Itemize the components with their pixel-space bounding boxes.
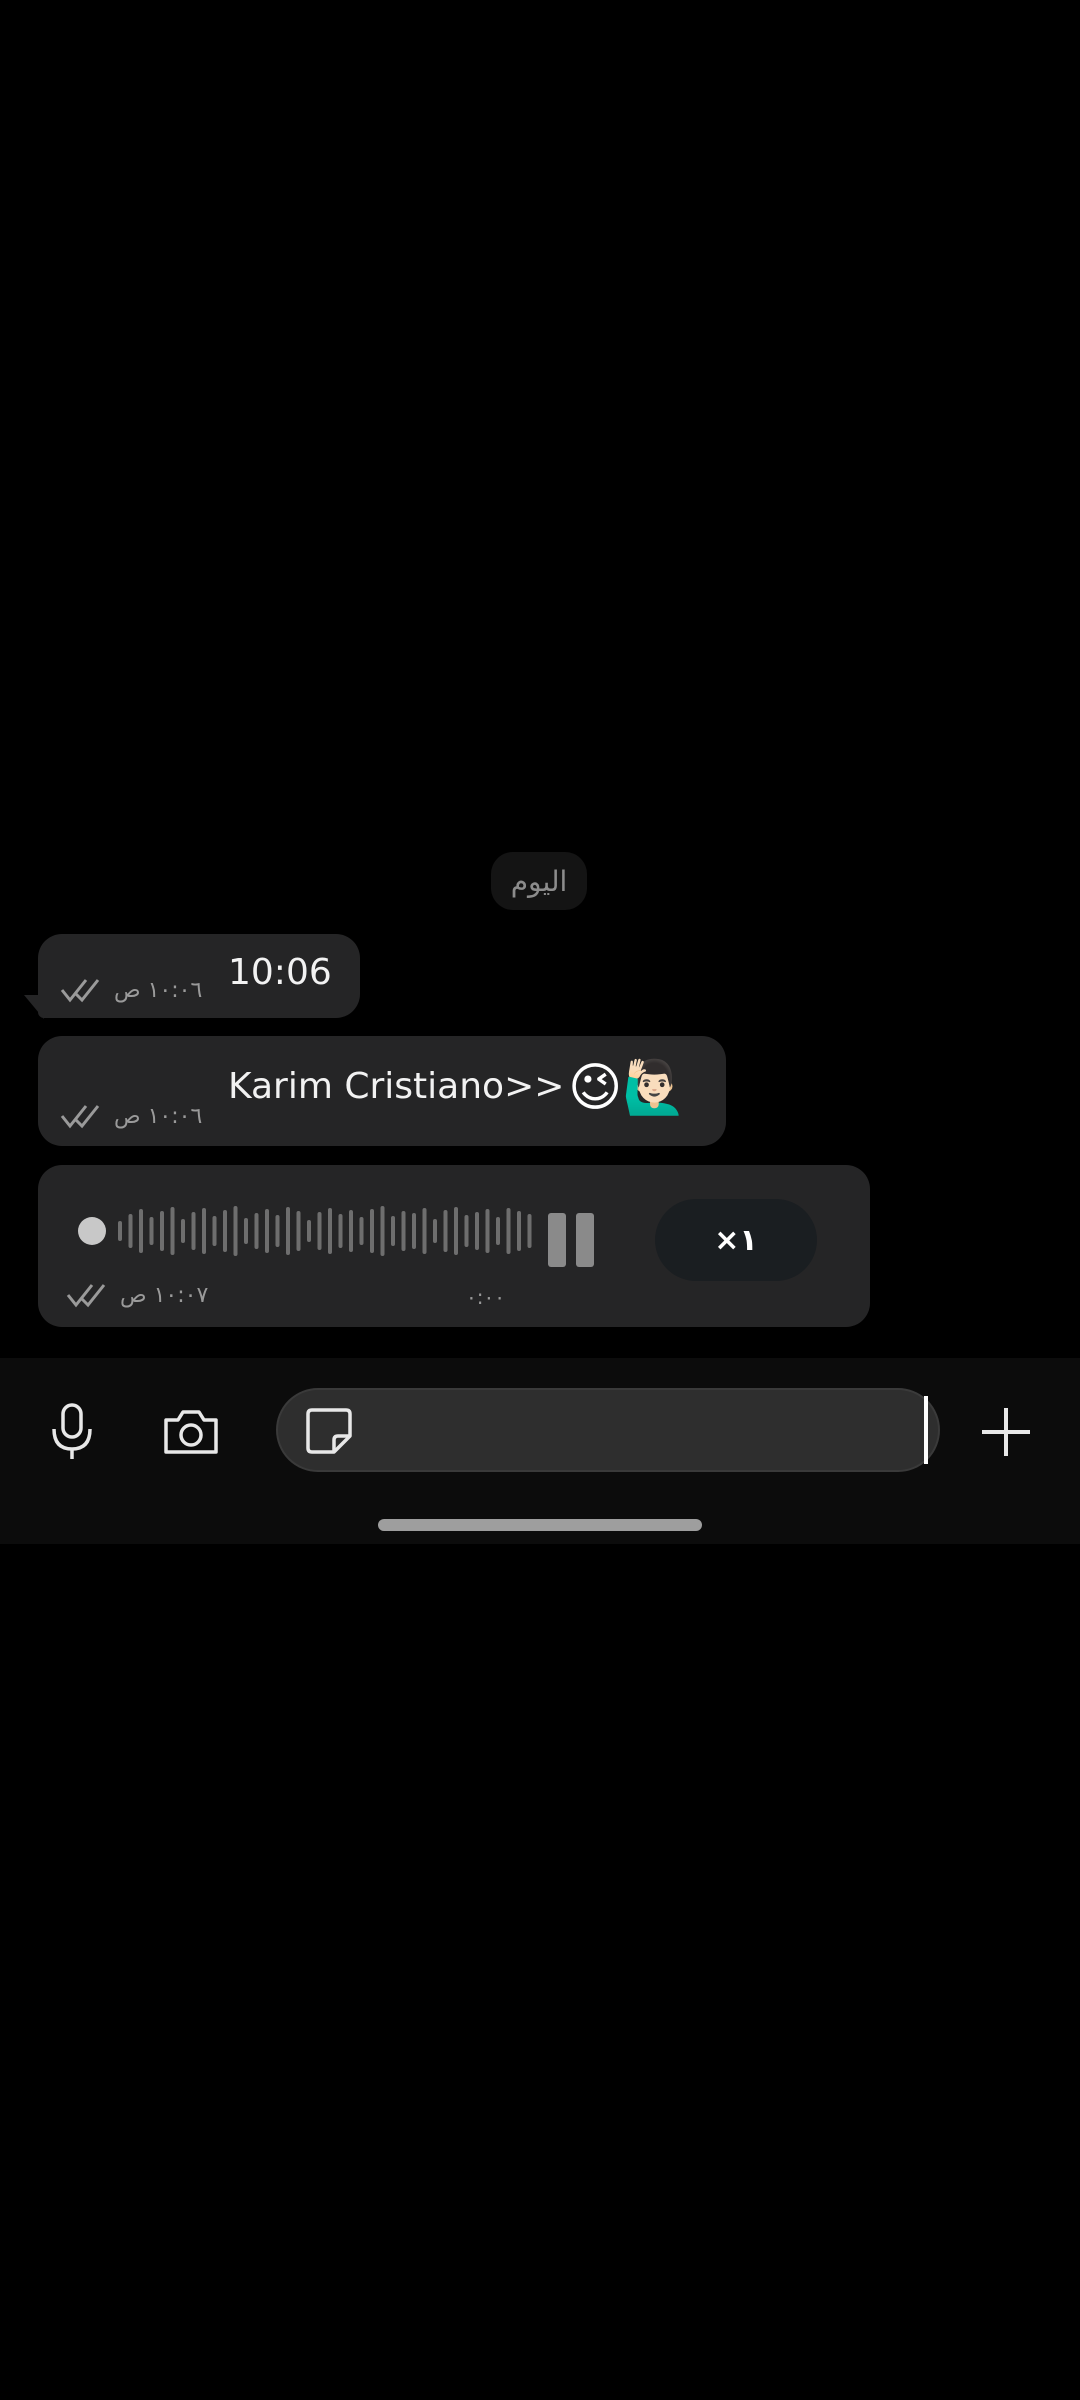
waveform-bar: [181, 1219, 185, 1243]
waveform-bar: [349, 1210, 353, 1252]
playback-speed-button[interactable]: ×١: [655, 1199, 817, 1281]
waveform-bar: [454, 1207, 458, 1255]
waveform-bar: [265, 1209, 269, 1253]
waveform-bar: [160, 1211, 164, 1251]
message-time: ١٠:٠٧ ص: [120, 1282, 209, 1308]
waveform-bar: [317, 1212, 322, 1250]
message-text: 10:06: [228, 952, 332, 993]
waveform-bar: [391, 1216, 395, 1246]
sticker-icon[interactable]: [302, 1404, 356, 1458]
double-check-icon: [60, 979, 100, 1003]
message-input-container[interactable]: [276, 1388, 940, 1472]
waveform-bar: [233, 1206, 238, 1256]
waveform-bar: [359, 1217, 364, 1245]
message-emojis: 😉🙋🏻‍♂️: [568, 1058, 687, 1118]
waveform-bar: [128, 1214, 133, 1248]
waveform-bar: [328, 1208, 332, 1254]
waveform-bar: [380, 1206, 385, 1256]
waveform-bar: [517, 1211, 521, 1251]
message-time: ١٠:٠٦ ص: [114, 977, 203, 1003]
double-check-icon: [60, 1105, 100, 1129]
chat-screen: اليوم 10:06 ١٠:٠٦ ص Karim Cristiano>> 😉🙋…: [0, 0, 1080, 2400]
waveform-bar: [412, 1213, 416, 1249]
waveform-bar: [254, 1213, 259, 1249]
waveform-bar: [296, 1211, 301, 1251]
waveform-bar: [338, 1214, 343, 1248]
double-check-icon: [66, 1284, 106, 1308]
voice-message-bubble[interactable]: ×١ ٠:٠٠ ١٠:٠٧ ص: [38, 1165, 870, 1327]
waveform-bar: [212, 1216, 217, 1246]
message-bubble[interactable]: 10:06 ١٠:٠٦ ص: [38, 934, 360, 1018]
waveform-bar: [275, 1215, 280, 1247]
waveform-bar: [223, 1210, 227, 1252]
message-meta: ١٠:٠٦ ص: [60, 1102, 202, 1130]
message-bubble[interactable]: Karim Cristiano>> 😉🙋🏻‍♂️ ١٠:٠٦ ص: [38, 1036, 726, 1146]
pause-button[interactable]: [548, 1213, 598, 1267]
waveform-bar: [443, 1210, 448, 1252]
message-meta: ١٠:٠٧ ص: [66, 1281, 208, 1309]
date-divider: اليوم: [491, 852, 587, 910]
camera-icon[interactable]: [160, 1402, 222, 1462]
voice-duration: ٠:٠٠: [466, 1285, 505, 1309]
waveform-bar: [202, 1208, 206, 1254]
waveform-bar: [118, 1221, 122, 1241]
message-text: Karim Cristiano>>: [228, 1066, 565, 1107]
waveform-bar: [401, 1211, 406, 1251]
text-caret: [924, 1396, 928, 1464]
waveform-bar: [370, 1209, 374, 1253]
waveform-bar: [307, 1220, 311, 1242]
waveform-bar: [485, 1209, 490, 1253]
voice-waveform[interactable]: [78, 1203, 538, 1259]
message-composer: [0, 1358, 1080, 1506]
waveform-bar: [506, 1208, 511, 1254]
waveform-bar: [286, 1207, 290, 1255]
waveform-bar: [170, 1207, 175, 1255]
waveform-bar: [191, 1212, 196, 1250]
waveform-bar: [475, 1212, 479, 1250]
pause-icon: [548, 1213, 566, 1267]
waveform-bar: [496, 1217, 500, 1245]
home-indicator[interactable]: [378, 1519, 702, 1531]
plus-icon[interactable]: [976, 1402, 1036, 1462]
waveform-bar: [433, 1219, 437, 1243]
message-input[interactable]: [374, 1390, 894, 1470]
message-time: ١٠:٠٦ ص: [114, 1103, 203, 1129]
waveform-bar: [422, 1208, 427, 1254]
waveform-bar: [527, 1214, 532, 1248]
waveform-bar: [244, 1218, 248, 1244]
waveform-bar: [139, 1209, 143, 1253]
waveform-bar: [464, 1215, 469, 1247]
mic-icon[interactable]: [42, 1400, 102, 1464]
playback-scrubber[interactable]: [78, 1217, 106, 1245]
navigation-bar: [0, 1506, 1080, 1544]
waveform-bar: [149, 1217, 154, 1245]
message-meta: ١٠:٠٦ ص: [60, 976, 202, 1004]
